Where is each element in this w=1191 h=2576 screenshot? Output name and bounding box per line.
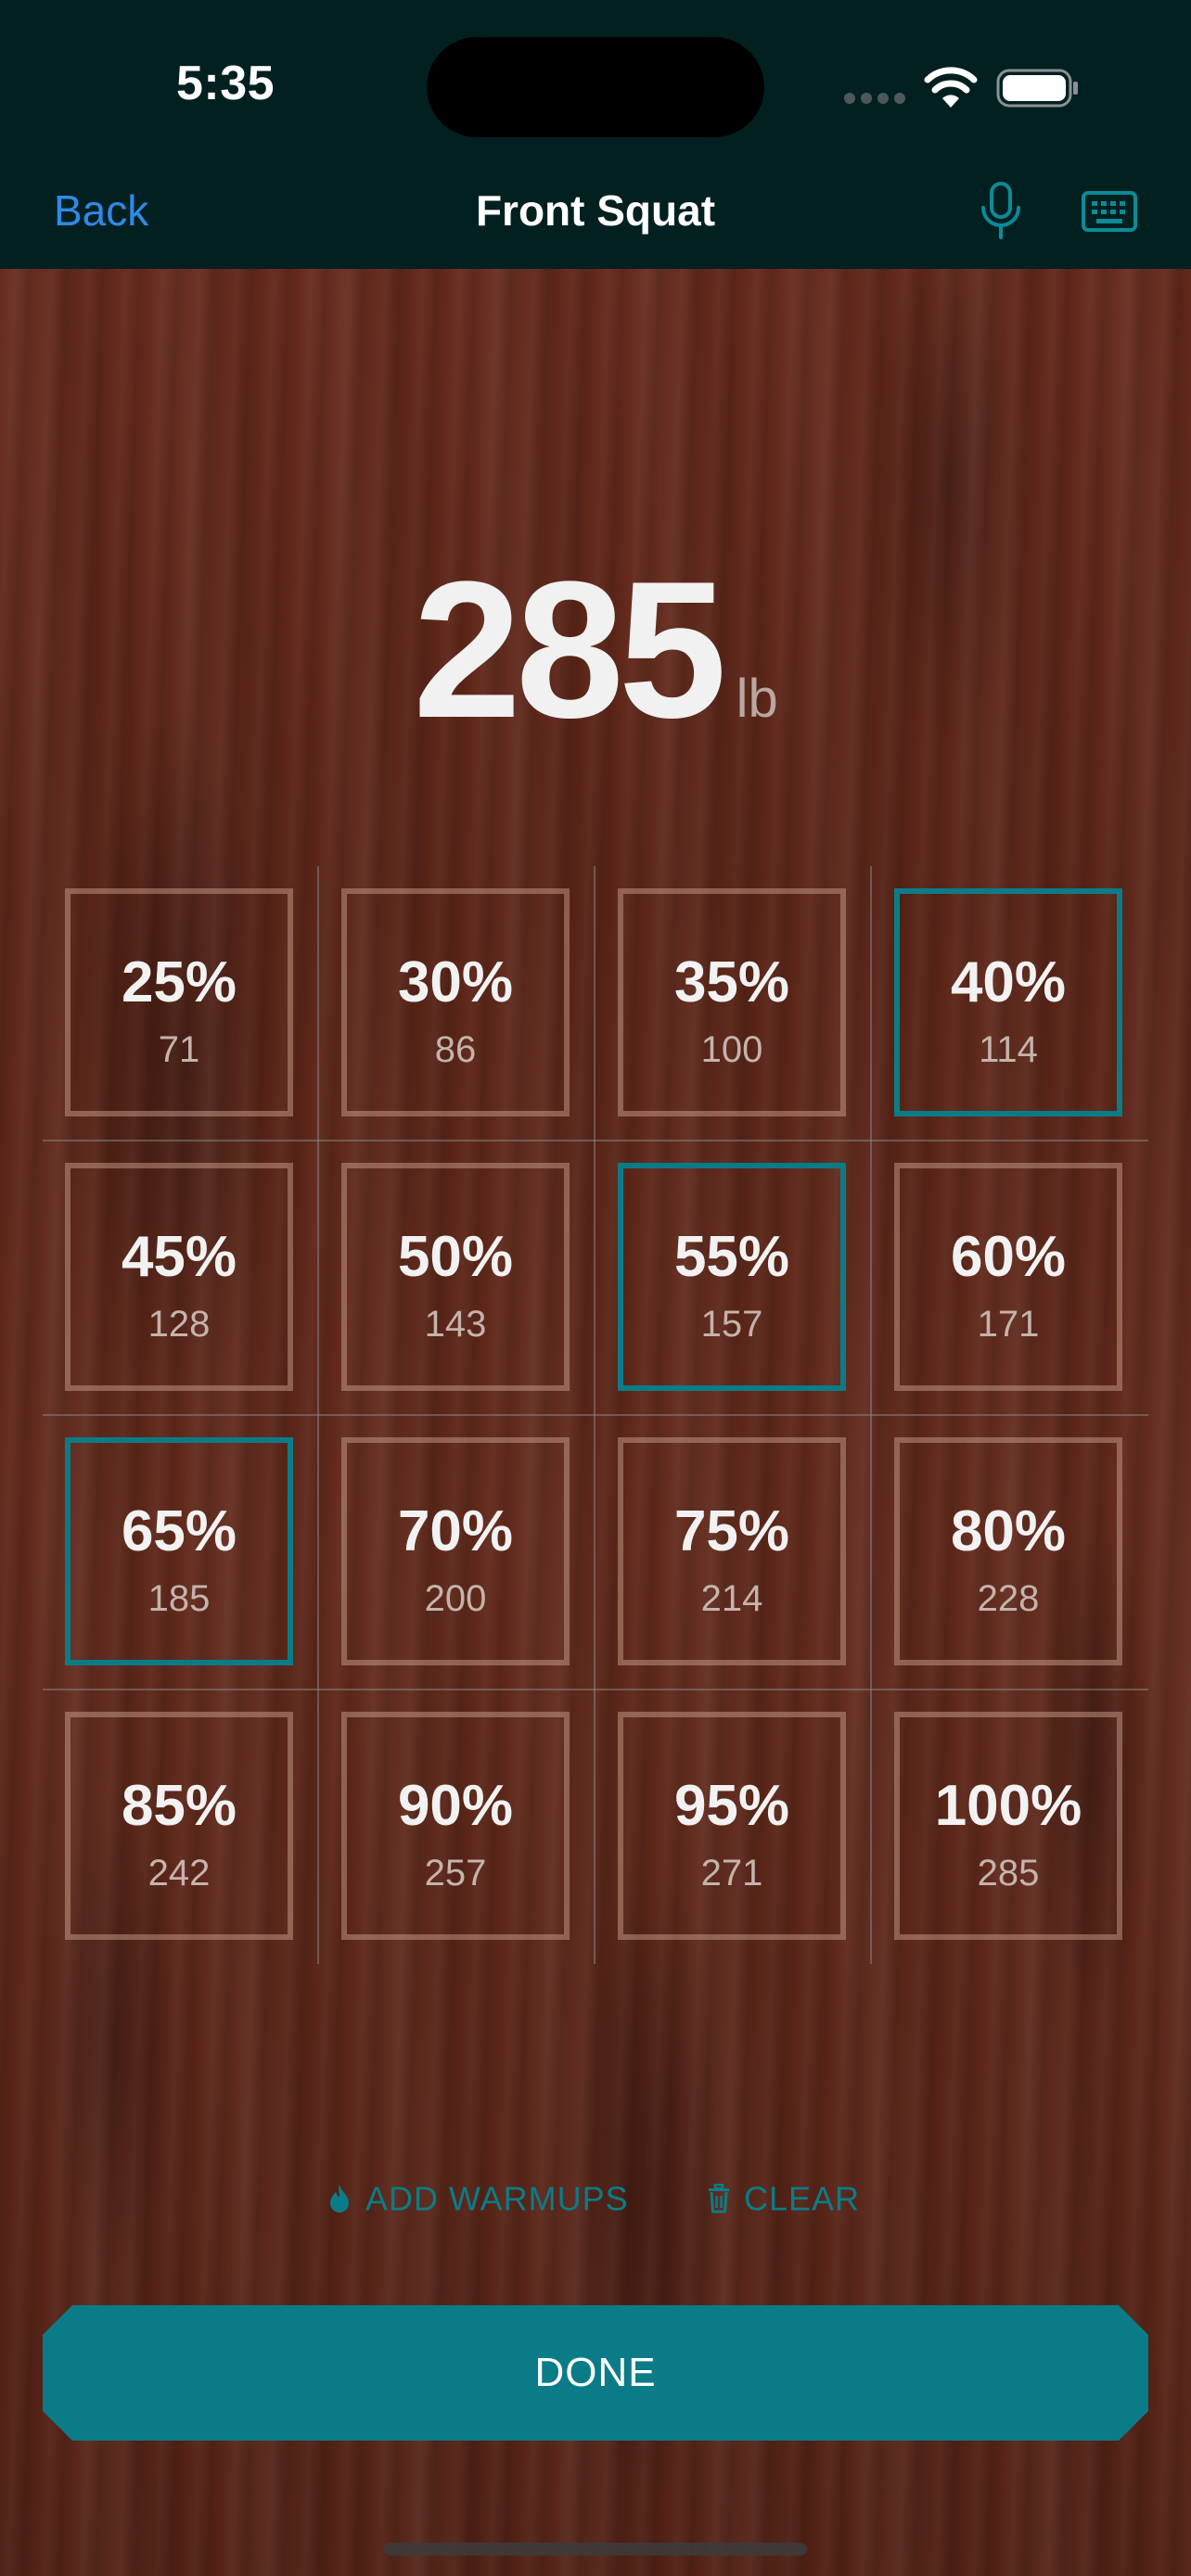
percentage-weight: 143 (424, 1304, 487, 1345)
percentage-label: 70% (397, 1499, 514, 1563)
percentage-weight: 242 (147, 1853, 211, 1894)
add-warmups-button[interactable]: ADD WARMUPS (328, 2177, 629, 2222)
percentage-weight: 228 (977, 1578, 1040, 1619)
percentage-cell[interactable]: 100% 285 (894, 1712, 1122, 1940)
percentage-label: 65% (121, 1499, 237, 1563)
percentage-weight: 71 (158, 1029, 200, 1070)
percentage-label: 100% (934, 1774, 1082, 1838)
percentage-cell[interactable]: 90% 257 (341, 1712, 570, 1940)
percentage-cell[interactable]: 95% 271 (618, 1712, 846, 1940)
percentage-weight: 114 (979, 1029, 1038, 1070)
flame-icon (330, 2185, 349, 2213)
percentage-weight: 257 (424, 1853, 487, 1894)
percentage-label: 50% (397, 1225, 514, 1289)
percentage-weight: 214 (700, 1578, 763, 1619)
percentage-cell[interactable]: 55% 157 (618, 1163, 846, 1391)
percentage-cell[interactable]: 70% 200 (341, 1437, 570, 1665)
percentage-label: 60% (950, 1225, 1067, 1289)
trash-icon (709, 2184, 729, 2213)
percentage-weight: 200 (424, 1578, 487, 1619)
percentage-cell[interactable]: 50% 143 (341, 1163, 570, 1391)
clear-button[interactable]: CLEAR (707, 2177, 860, 2222)
percentage-label: 25% (121, 950, 237, 1014)
percentage-weight: 100 (700, 1029, 763, 1070)
add-warmups-label: ADD WARMUPS (365, 2179, 629, 2218)
percentage-cell[interactable]: 65% 185 (65, 1437, 293, 1665)
percentage-weight: 128 (147, 1304, 211, 1345)
percentage-label: 75% (673, 1499, 790, 1563)
percentage-label: 95% (673, 1774, 790, 1838)
percentage-weight: 86 (434, 1029, 477, 1070)
percentage-weight: 285 (977, 1853, 1040, 1894)
percentage-label: 30% (397, 950, 514, 1014)
percentage-label: 35% (673, 950, 790, 1014)
percentage-cell[interactable]: 25% 71 (65, 888, 293, 1116)
percentage-cell[interactable]: 45% 128 (65, 1163, 293, 1391)
home-indicator[interactable] (384, 2543, 807, 2556)
percentage-cell[interactable]: 85% 242 (65, 1712, 293, 1940)
percentage-label: 90% (397, 1774, 514, 1838)
percentage-weight: 171 (977, 1304, 1040, 1345)
percentage-label: 85% (121, 1774, 237, 1838)
percentage-cell[interactable]: 30% 86 (341, 888, 570, 1116)
percentage-weight: 157 (700, 1304, 763, 1345)
percentage-label: 55% (673, 1225, 790, 1289)
percentage-cell[interactable]: 60% 171 (894, 1163, 1122, 1391)
percentage-weight: 185 (147, 1578, 211, 1619)
clear-label: CLEAR (744, 2179, 861, 2218)
percentage-cell[interactable]: 75% 214 (618, 1437, 846, 1665)
percentage-label: 80% (950, 1499, 1067, 1563)
percentage-cell[interactable]: 40% 114 (894, 888, 1122, 1116)
percentage-label: 40% (950, 950, 1067, 1014)
secondary-actions: ADD WARMUPS CLEAR (0, 2177, 1191, 2222)
done-button[interactable]: DONE (43, 2305, 1148, 2441)
percentage-cell[interactable]: 80% 228 (894, 1437, 1122, 1665)
percentage-label: 45% (121, 1225, 237, 1289)
percentage-weight: 271 (700, 1853, 763, 1894)
percentage-cell[interactable]: 35% 100 (618, 888, 846, 1116)
